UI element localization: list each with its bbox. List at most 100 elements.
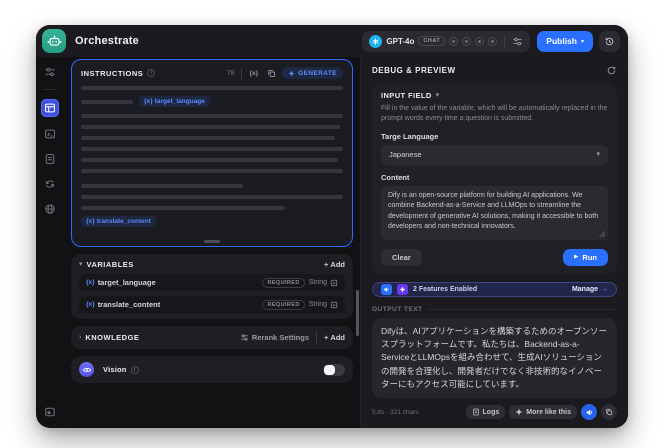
clear-button[interactable]: Clear	[381, 248, 422, 266]
debug-preview-title: DEBUG & PREVIEW	[372, 66, 456, 75]
copy-output-button[interactable]	[601, 404, 617, 420]
features-enabled-label: 2 Features Enabled	[413, 285, 478, 293]
redacted-text-line	[81, 184, 244, 188]
redacted-text-line	[81, 169, 343, 173]
page-title: Orchestrate	[75, 35, 139, 47]
insert-variable-icon[interactable]: {x}	[249, 70, 258, 77]
arrow-right-icon: →	[601, 285, 608, 293]
resize-grip-icon[interactable]	[599, 230, 605, 237]
resize-handle[interactable]	[204, 240, 220, 243]
variable-row[interactable]: {x} target_language REQUIRED String	[79, 274, 345, 291]
divider	[316, 332, 318, 343]
chevron-down-icon: ▾	[596, 151, 600, 159]
top-bar: Orchestrate GPT-4o CHAT Publish ▾	[36, 25, 628, 57]
plus-icon: +	[324, 333, 329, 342]
history-icon	[604, 36, 615, 47]
knowledge-title: KNOWLEDGE	[85, 333, 140, 342]
knowledge-section: › KNOWLEDGE Rerank Settings + Add	[71, 326, 353, 349]
sidebar-item-prompt-log[interactable]	[42, 126, 58, 142]
play-icon: ▶	[574, 254, 579, 261]
scrollbar-thumb[interactable]	[356, 290, 359, 336]
variable-row[interactable]: {x} translate_content REQUIRED String	[79, 296, 345, 313]
redacted-text-line	[81, 195, 343, 199]
app-logo[interactable]	[42, 29, 66, 53]
variable-chip[interactable]: {x} target_language	[139, 96, 210, 107]
logs-icon	[472, 408, 479, 416]
content-textarea[interactable]: Dify is an open-source platform for buil…	[381, 185, 608, 240]
input-field-card: INPUT FIELD ▾ Fill in the value of the v…	[372, 83, 617, 274]
chevron-down-icon: ▾	[580, 38, 584, 45]
add-variable-button[interactable]: + Add	[324, 260, 345, 269]
model-params-icon[interactable]	[512, 36, 523, 47]
tune-icon[interactable]	[42, 64, 58, 80]
run-button[interactable]: ▶ Run	[563, 248, 608, 266]
copy-icon	[606, 408, 613, 416]
variable-type: String	[308, 279, 327, 286]
collapse-panel-icon[interactable]	[42, 404, 58, 420]
info-icon: i	[147, 69, 156, 77]
target-language-select[interactable]: Japanese ▾	[381, 144, 608, 165]
openai-icon	[369, 34, 383, 48]
logs-button[interactable]: Logs	[465, 405, 506, 419]
copy-icon[interactable]	[267, 69, 276, 78]
variable-chip[interactable]: {x} translate_content	[81, 216, 156, 227]
redacted-text-line	[81, 206, 286, 210]
chevron-down-icon[interactable]: ▾	[436, 92, 440, 99]
robot-icon	[47, 34, 62, 49]
model-capability-icon	[475, 36, 485, 46]
speaker-icon	[586, 409, 592, 415]
output-bubble: Difyは、AIアプリケーションを構築するためのオープンソースプラットフォームで…	[372, 318, 617, 398]
vision-label: Vision	[103, 365, 127, 374]
model-capability-icon	[488, 36, 498, 46]
variable-type: String	[308, 301, 327, 308]
add-knowledge-button[interactable]: + Add	[324, 333, 345, 342]
chat-mode-badge: CHAT	[418, 36, 446, 46]
page-background: Orchestrate GPT-4o CHAT Publish ▾ INSTRU…	[0, 0, 664, 448]
more-like-this-button[interactable]: More like this	[509, 405, 577, 419]
required-badge: REQUIRED	[262, 277, 305, 288]
model-capability-icon	[462, 36, 472, 46]
more-like-this-feature-icon	[397, 283, 408, 295]
chevron-right-icon[interactable]: ›	[79, 334, 81, 341]
input-field-title: INPUT FIELD	[381, 91, 432, 100]
sidebar-item-logs[interactable]	[42, 151, 58, 167]
features-enabled-bar[interactable]: 2 Features Enabled Manage →	[372, 281, 617, 298]
divider	[43, 89, 57, 90]
sidebar-item-explore-icon[interactable]	[42, 201, 58, 217]
vision-toggle[interactable]	[323, 363, 345, 376]
publish-button[interactable]: Publish ▾	[537, 30, 593, 52]
model-capability-icon	[449, 36, 459, 46]
redacted-text-line	[81, 136, 336, 140]
content-label: Content	[381, 172, 410, 182]
redacted-text-line	[81, 99, 133, 104]
variables-section: ▾ VARIABLES + Add {x} target_language RE…	[71, 254, 353, 319]
chevron-down-icon[interactable]: ▾	[79, 261, 83, 268]
left-icon-sidebar	[36, 57, 64, 428]
divider	[241, 67, 243, 79]
input-field-description: Fill in the value of the variable, which…	[381, 105, 608, 122]
manage-features-button[interactable]: Manage →	[572, 286, 608, 293]
vision-section: Vision i	[71, 356, 353, 383]
rerank-settings-button[interactable]: Rerank Settings	[240, 333, 309, 342]
restart-icon[interactable]	[606, 65, 617, 76]
instructions-editor[interactable]: INSTRUCTIONS i 78 {x} GENERATE {x} targe…	[71, 59, 353, 247]
sparkle-icon	[515, 408, 523, 416]
sidebar-item-orchestrate[interactable]	[41, 99, 59, 117]
model-name: GPT-4o	[386, 36, 415, 46]
plus-icon: +	[324, 260, 329, 269]
token-count: 78	[226, 69, 235, 77]
sparkle-icon	[288, 69, 295, 77]
app-window: Orchestrate GPT-4o CHAT Publish ▾ INSTRU…	[36, 25, 628, 428]
redacted-text-line	[81, 158, 338, 162]
output-text-title: OUTPUT TEXT	[372, 306, 423, 314]
sidebar-item-sync-icon[interactable]	[42, 176, 58, 192]
version-history-button[interactable]	[599, 30, 620, 52]
speaker-button[interactable]	[581, 404, 597, 420]
variables-title: VARIABLES	[86, 260, 134, 269]
model-selector[interactable]: GPT-4o CHAT	[362, 30, 531, 52]
generate-button[interactable]: GENERATE	[282, 67, 343, 79]
orchestrate-column: INSTRUCTIONS i 78 {x} GENERATE {x} targe…	[64, 57, 360, 428]
info-icon: i	[130, 365, 139, 374]
divider	[504, 35, 506, 47]
redacted-text-line	[81, 114, 343, 118]
